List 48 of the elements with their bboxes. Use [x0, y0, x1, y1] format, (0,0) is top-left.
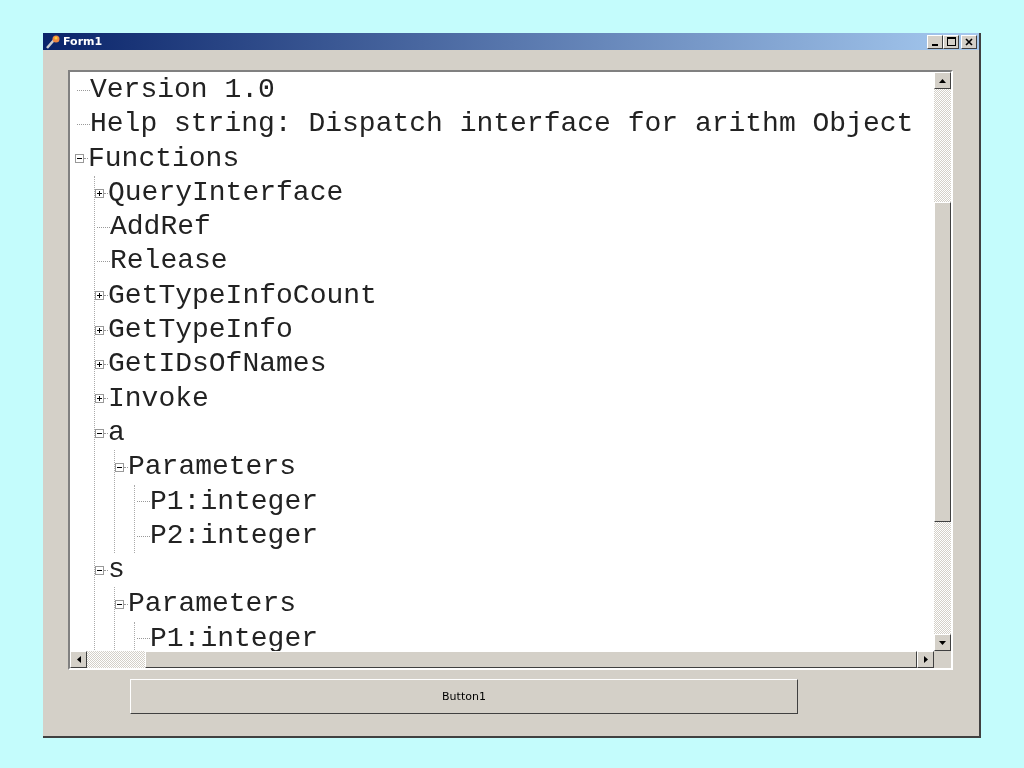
tree-item[interactable]: GetTypeInfoCount [108, 278, 377, 314]
maximize-button[interactable] [943, 34, 959, 49]
tree-item[interactable]: s [108, 553, 125, 588]
collapse-toggle[interactable] [95, 428, 104, 438]
scroll-up-button[interactable] [934, 72, 951, 89]
minimize-icon [932, 43, 938, 46]
down-arrow-icon [939, 640, 946, 645]
left-arrow-icon [76, 656, 81, 663]
expand-toggle[interactable] [95, 360, 104, 369]
tree-item[interactable]: Help string: Dispatch interface for arithm Object [90, 107, 914, 142]
scroll-thumb[interactable] [934, 201, 951, 522]
expand-toggle[interactable] [95, 291, 104, 301]
tree-item[interactable]: Parameters [128, 450, 297, 485]
app-icon [45, 33, 61, 50]
collapse-toggle[interactable] [115, 600, 124, 610]
tree-item[interactable]: P2:integer [150, 518, 319, 554]
expand-toggle[interactable] [95, 325, 104, 335]
tree-item[interactable]: GetTypeInfo [108, 313, 293, 348]
tree-view[interactable] [68, 70, 953, 670]
scrollbar-corner [934, 651, 951, 668]
collapse-toggle[interactable] [95, 565, 104, 575]
collapse-toggle[interactable] [115, 462, 124, 472]
tree-item[interactable]: P1:integer [150, 621, 319, 651]
collapse-toggle[interactable] [75, 154, 84, 164]
tree-item[interactable]: P1:integer [150, 484, 319, 519]
tree-item[interactable]: AddRef [110, 210, 211, 245]
right-arrow-icon [923, 656, 928, 663]
expand-toggle[interactable] [95, 394, 104, 404]
close-icon [965, 37, 973, 46]
tree-item[interactable]: a [108, 415, 125, 451]
maximize-icon [946, 37, 956, 46]
button[interactable]: Button1 [130, 679, 798, 714]
scroll-right-button[interactable] [917, 651, 934, 668]
tree-item[interactable]: Functions [88, 141, 240, 176]
tree-item[interactable]: Parameters [128, 587, 297, 622]
minimize-button[interactable] [927, 34, 943, 49]
up-arrow-icon [939, 78, 946, 83]
scroll-down-button[interactable] [934, 634, 951, 651]
window-title: Form1 [63, 35, 104, 48]
tree-item[interactable]: Version 1.0 [90, 73, 275, 108]
close-button[interactable] [961, 34, 977, 49]
scroll-left-button[interactable] [70, 651, 87, 668]
tree-item[interactable]: Release [110, 244, 228, 279]
expand-toggle[interactable] [95, 188, 104, 198]
tree-item[interactable]: GetIDsOfNames [108, 347, 327, 382]
vertical-scrollbar[interactable] [934, 72, 951, 651]
tree-item[interactable]: Invoke [108, 381, 209, 416]
tree-item[interactable]: QueryInterface [108, 175, 344, 211]
